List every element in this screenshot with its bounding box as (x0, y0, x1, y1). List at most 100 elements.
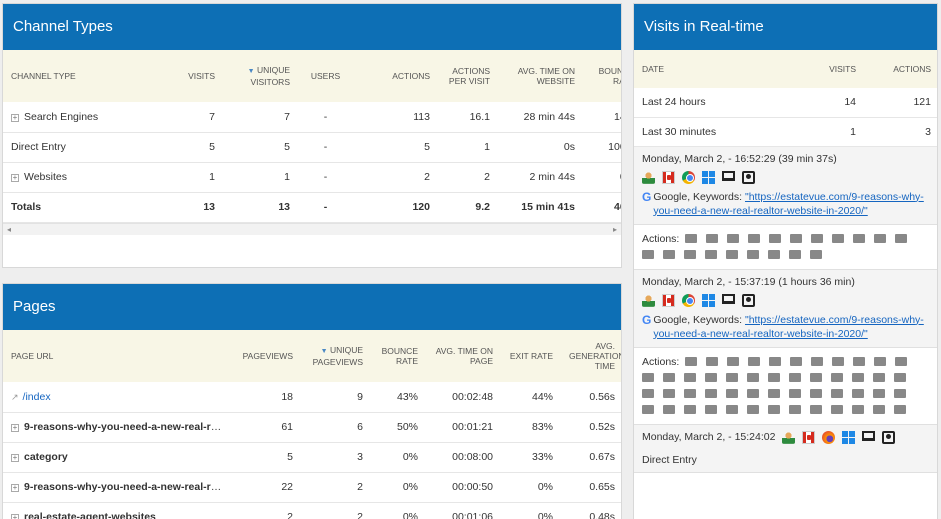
windows-icon[interactable] (702, 170, 715, 184)
horizontal-scrollbar[interactable]: ◂ ▸ (3, 222, 621, 236)
action-icon[interactable] (769, 234, 782, 244)
desktop-icon[interactable] (722, 294, 735, 304)
col-channel-type[interactable]: CHANNEL TYPE (3, 50, 153, 102)
action-icon[interactable] (663, 389, 675, 399)
desktop-icon[interactable] (862, 431, 876, 441)
action-icon[interactable] (663, 405, 675, 415)
action-icon[interactable] (663, 250, 675, 260)
page-url-label[interactable]: category (24, 451, 68, 463)
action-icon[interactable] (852, 373, 864, 383)
col-actions[interactable]: ACTIONS (353, 50, 438, 102)
expand-icon[interactable]: + (11, 113, 19, 122)
action-icon[interactable] (726, 250, 738, 260)
contact-icon[interactable] (742, 170, 755, 184)
action-icon[interactable] (684, 373, 696, 383)
action-icon[interactable] (811, 357, 824, 367)
col-bounce-rate[interactable]: BOUNCE RATE (583, 50, 621, 102)
action-icon[interactable] (810, 250, 822, 260)
action-icon[interactable] (685, 357, 698, 367)
action-icon[interactable] (811, 234, 824, 244)
page-url-label[interactable]: 9-reasons-why-you-need-a-new-real-realto… (24, 481, 231, 493)
expand-icon[interactable]: + (11, 174, 19, 182)
action-icon[interactable] (726, 373, 738, 383)
action-icon[interactable] (768, 405, 780, 415)
user-icon[interactable] (642, 170, 655, 184)
table-row[interactable]: Direct Entry55-510s100% (3, 132, 621, 163)
action-icon[interactable] (852, 405, 864, 415)
action-icon[interactable] (684, 405, 696, 415)
action-icon[interactable] (684, 389, 696, 399)
external-link-icon[interactable]: ↗ (11, 392, 19, 402)
scroll-right-icon[interactable]: ▸ (613, 224, 617, 236)
action-icon[interactable] (831, 405, 843, 415)
action-icon[interactable] (873, 405, 885, 415)
action-icon[interactable] (748, 357, 761, 367)
table-row[interactable]: + category 5 3 0% 00:08:00 33% 0.67s (3, 442, 621, 473)
action-icon[interactable] (642, 389, 654, 399)
action-icon[interactable] (831, 373, 843, 383)
table-row[interactable]: ↗ /index 18 9 43% 00:02:48 44% 0.56s (3, 382, 621, 413)
action-icon[interactable] (789, 389, 801, 399)
action-icon[interactable] (810, 405, 822, 415)
action-icon[interactable] (874, 234, 887, 244)
user-icon[interactable] (642, 293, 655, 307)
scroll-left-icon[interactable]: ◂ (7, 224, 11, 236)
action-icon[interactable] (747, 405, 759, 415)
col-unique-visitors[interactable]: ▼ UNIQUE VISITORS (223, 50, 298, 102)
action-icon[interactable] (705, 373, 717, 383)
action-icon[interactable] (684, 250, 696, 260)
col-avg-time[interactable]: AVG. TIME ON WEBSITE (498, 50, 583, 102)
action-icon[interactable] (747, 250, 759, 260)
action-icon[interactable] (727, 234, 740, 244)
page-url-label[interactable]: 9-reasons-why-you-need-a-new-real-realto… (24, 421, 231, 433)
action-icon[interactable] (894, 373, 906, 383)
action-icon[interactable] (790, 234, 803, 244)
col-actions-per-visit[interactable]: ACTIONS PER VISIT (438, 50, 498, 102)
contact-icon[interactable] (882, 430, 896, 444)
action-icon[interactable] (642, 373, 654, 383)
user-icon[interactable] (782, 430, 796, 444)
col-visits[interactable]: VISITS (153, 50, 223, 102)
action-icon[interactable] (727, 357, 740, 367)
desktop-icon[interactable] (722, 171, 735, 181)
action-icon[interactable] (832, 357, 845, 367)
action-icon[interactable] (873, 373, 885, 383)
action-icon[interactable] (706, 234, 719, 244)
action-icon[interactable] (747, 389, 759, 399)
action-icon[interactable] (663, 373, 675, 383)
table-row[interactable]: +Websites11-222 min 44s0% (3, 162, 621, 193)
action-icon[interactable] (768, 373, 780, 383)
canada-flag-icon[interactable] (662, 170, 675, 184)
col-page-url[interactable]: PAGE URL (3, 330, 231, 382)
firefox-icon[interactable] (822, 430, 836, 444)
windows-icon[interactable] (702, 293, 715, 307)
table-row[interactable]: + real-estate-agent-websites 2 2 0% 00:01:06 0… (3, 502, 621, 519)
table-row[interactable]: +Search Engines77-11316.128 min 44s14% (3, 102, 621, 133)
action-icon[interactable] (832, 234, 845, 244)
table-row[interactable]: +9-reasons-why-you-need-a-new-real-realt… (3, 472, 621, 503)
action-icon[interactable] (705, 389, 717, 399)
action-icon[interactable] (810, 389, 822, 399)
action-icon[interactable] (769, 357, 782, 367)
page-url-label[interactable]: real-estate-agent-websites (24, 511, 156, 519)
action-icon[interactable] (852, 389, 864, 399)
chrome-icon[interactable] (682, 293, 695, 307)
page-url-link[interactable]: /index (23, 391, 51, 403)
canada-flag-icon[interactable] (802, 430, 816, 444)
col-unique-pageviews[interactable]: ▼ UNIQUE PAGEVIEWS (301, 330, 371, 382)
action-icon[interactable] (810, 373, 822, 383)
action-icon[interactable] (895, 357, 908, 367)
canada-flag-icon[interactable] (662, 293, 675, 307)
col-avg-time-on-page[interactable]: AVG. TIME ON PAGE (426, 330, 501, 382)
action-icon[interactable] (789, 373, 801, 383)
action-icon[interactable] (642, 250, 654, 260)
action-icon[interactable] (748, 234, 761, 244)
action-icon[interactable] (705, 250, 717, 260)
action-icon[interactable] (789, 405, 801, 415)
action-icon[interactable] (705, 405, 717, 415)
action-icon[interactable] (768, 250, 780, 260)
action-icon[interactable] (853, 357, 866, 367)
expand-icon[interactable]: + (11, 454, 19, 462)
action-icon[interactable] (853, 234, 866, 244)
action-icon[interactable] (894, 389, 906, 399)
